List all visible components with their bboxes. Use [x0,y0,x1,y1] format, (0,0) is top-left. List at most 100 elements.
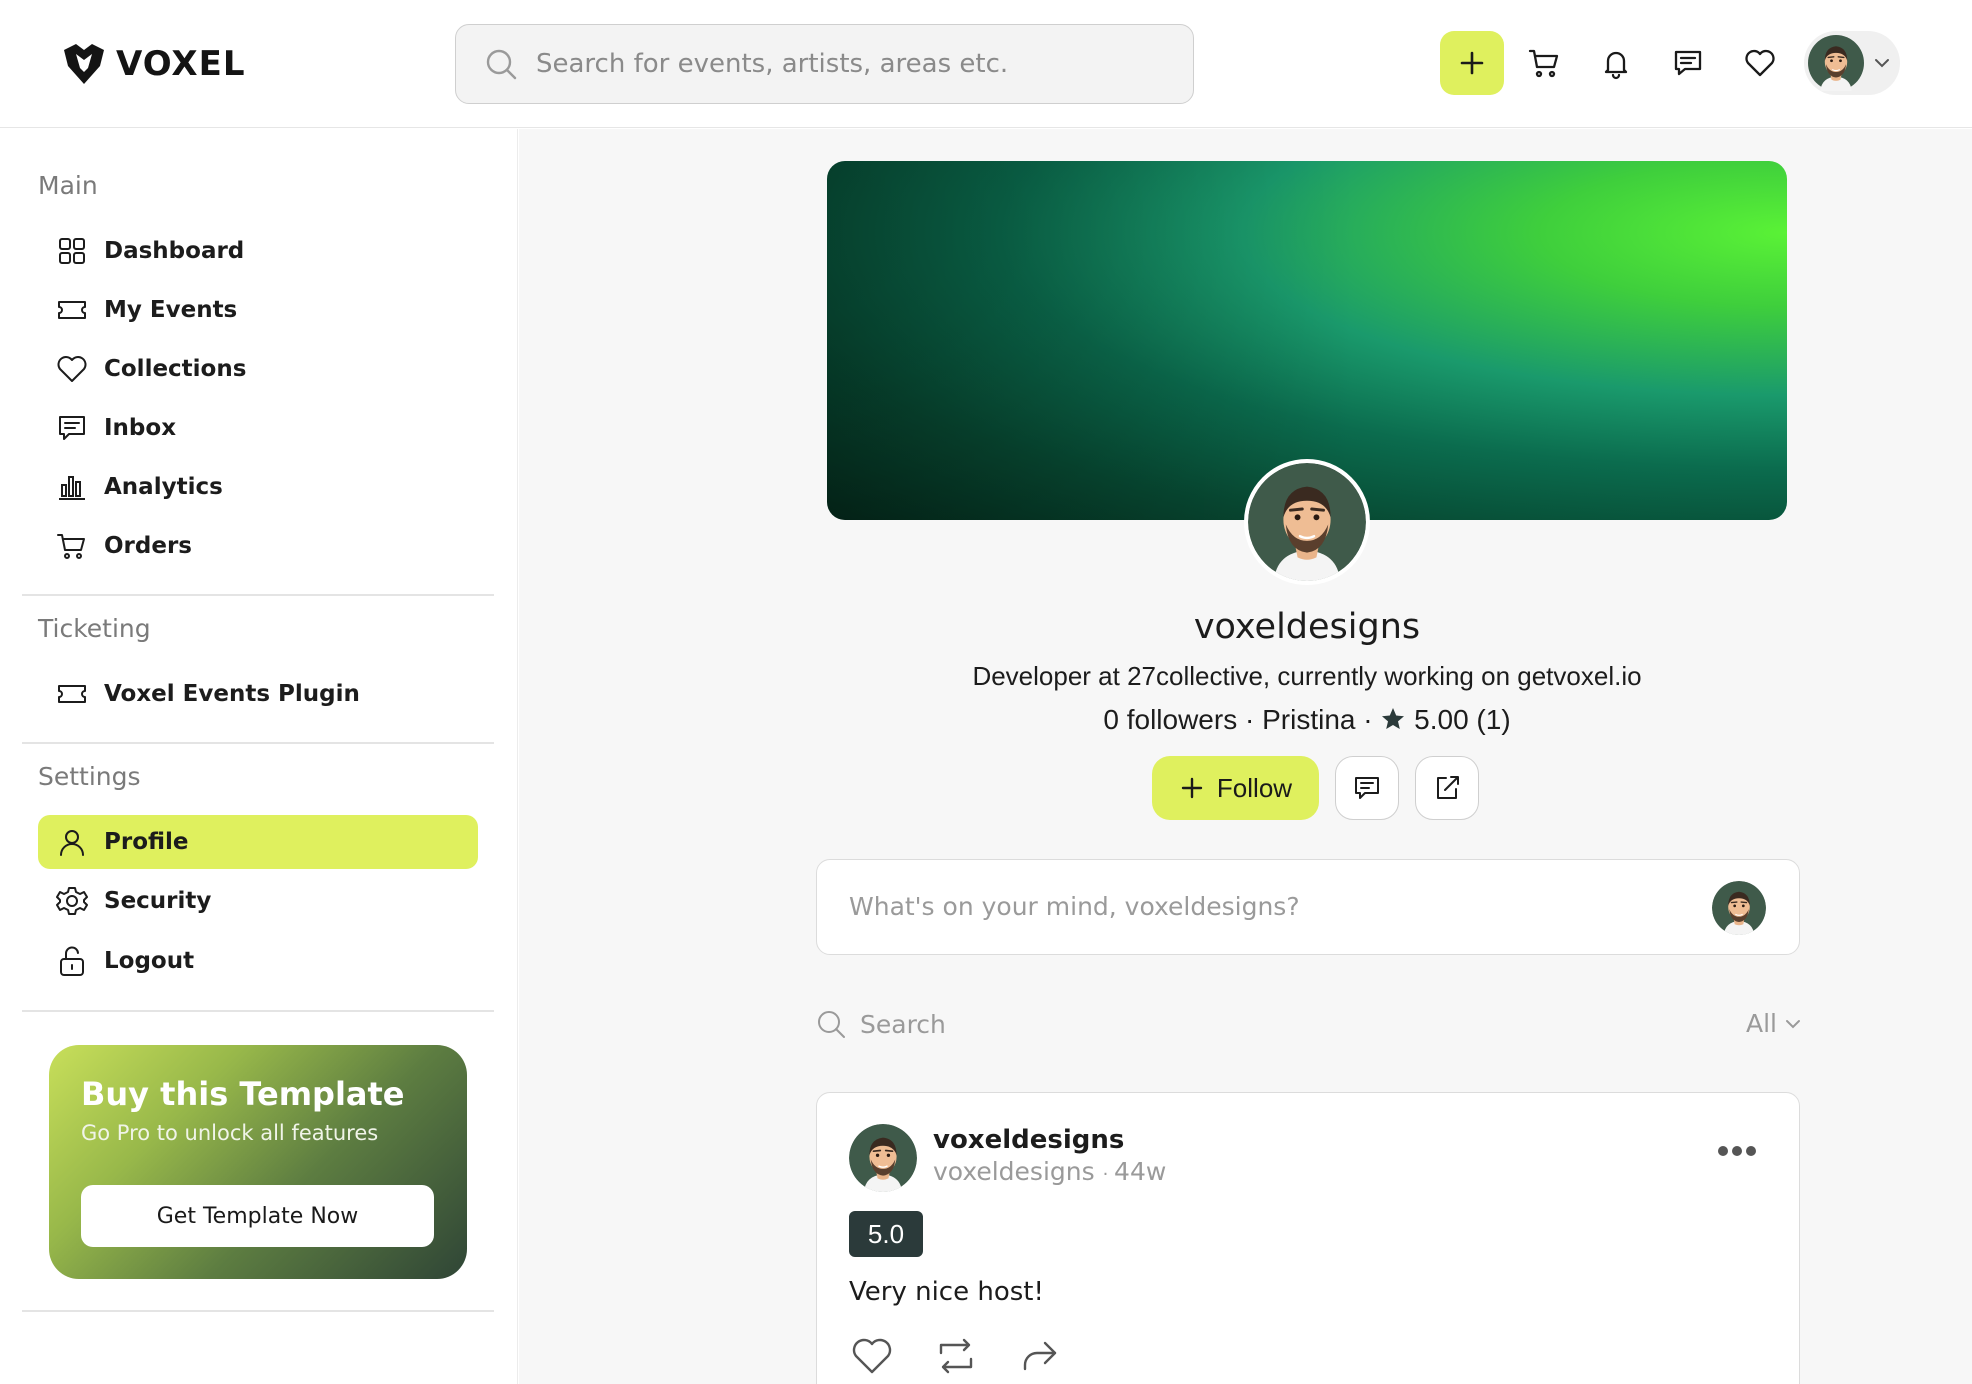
sidebar-divider [22,742,494,744]
sidebar-item-logout[interactable]: Logout [38,934,478,988]
profile-location: Pristina [1262,704,1356,735]
section-title-ticketing: Ticketing [38,614,151,643]
voxel-logo-icon [64,44,104,84]
notifications-button[interactable] [1584,31,1648,95]
sidebar-item-inbox[interactable]: Inbox [38,401,478,455]
sidebar-item-label: Logout [104,948,195,974]
chat-icon [59,416,85,440]
meta-separator: · [1244,704,1263,735]
meta-separator: · [1363,704,1381,735]
chevron-down-icon [1786,1019,1800,1028]
bell-icon [1604,51,1628,80]
sidebar-item-label: Analytics [104,474,223,500]
feed-filter-value: All [1746,1009,1777,1038]
sidebar-divider [22,1310,494,1312]
follow-button[interactable]: Follow [1152,756,1319,820]
rating-badge: 5.0 [849,1211,923,1257]
chat-icon [1674,50,1702,76]
user-icon [60,830,84,856]
sidebar-item-collections[interactable]: Collections [38,342,478,396]
unlock-icon [60,946,84,976]
sidebar-item-orders[interactable]: Orders [38,519,478,573]
feed-filter-dropdown[interactable]: All [1746,1009,1803,1038]
search-icon [486,49,517,80]
share-icon[interactable] [1017,1333,1063,1379]
sidebar-item-dashboard[interactable]: Dashboard [38,224,478,278]
chevron-down-icon [1875,59,1889,68]
sidebar-item-label: Voxel Events Plugin [104,681,360,707]
get-template-button[interactable]: Get Template Now [81,1185,434,1247]
messages-button[interactable] [1656,31,1720,95]
search-icon [818,1011,845,1038]
ticket-icon [58,301,86,319]
repost-icon[interactable] [933,1333,979,1379]
profile-name: voxeldesigns [1193,607,1421,647]
create-button[interactable] [1440,31,1504,95]
plus-icon [1460,51,1484,75]
section-title-main: Main [38,171,98,200]
post-text: Very nice host! [849,1277,1044,1307]
cart-icon [57,534,85,559]
feed-search[interactable]: Search [816,1009,946,1039]
profile-actions: Follow [1152,756,1479,820]
avatar [1248,463,1366,581]
post-author[interactable]: voxeldesigns [933,1125,1124,1155]
chat-icon [1355,777,1379,799]
more-options-icon[interactable] [1717,1145,1757,1157]
gear-icon [56,887,88,915]
sidebar-item-label: Inbox [104,415,177,441]
post-card: voxeldesigns voxeldesigns · 44w 5.0 Very… [816,1092,1800,1384]
cart-button[interactable] [1512,31,1576,95]
post-avatar[interactable] [849,1124,917,1192]
search-input[interactable] [536,49,1176,79]
cart-icon [1528,49,1559,78]
sidebar-item-label: Security [104,888,212,914]
post-handle: voxeldesigns · 44w [933,1157,1166,1186]
post-composer[interactable]: What's on your mind, voxeldesigns? [816,859,1800,955]
sidebar-item-analytics[interactable]: Analytics [38,460,478,514]
sidebar-item-label: Profile [104,829,189,855]
profile-bio: Developer at 27collective, currently wor… [972,661,1642,691]
sidebar-item-label: My Events [104,297,238,323]
top-header: VOXEL [0,0,1972,128]
grid-icon [59,238,85,264]
edit-profile-button[interactable] [1415,756,1479,820]
sidebar-item-my-events[interactable]: My Events [38,283,478,337]
sidebar-item-security[interactable]: Security [38,874,478,928]
sidebar-item-label: Orders [104,533,192,559]
sidebar-item-label: Collections [104,356,247,382]
logo[interactable]: VOXEL [60,40,246,88]
composer-avatar [1712,881,1766,935]
profile-avatar[interactable] [1244,459,1370,585]
followers-count[interactable]: 0 followers [1103,704,1237,735]
follow-label: Follow [1216,772,1293,803]
post-actions [849,1333,1063,1379]
sidebar-item-voxel-events-plugin[interactable]: Voxel Events Plugin [38,667,478,721]
profile-meta: 0 followers · Pristina · 5.00 (1) [827,704,1787,736]
heart-icon [1745,49,1775,77]
global-search[interactable] [455,24,1194,104]
edit-icon [1437,776,1459,799]
meta-separator: · [1102,1164,1115,1185]
star-icon [1382,708,1405,729]
sidebar-item-profile[interactable]: Profile [38,815,478,869]
brand-name: VOXEL [116,44,246,84]
avatar [849,1124,917,1192]
sidebar-divider [22,1010,494,1012]
bar-chart-icon [59,476,85,500]
message-button[interactable] [1335,756,1399,820]
promo-subtitle: Go Pro to unlock all features [81,1121,379,1145]
promo-title: Buy this Template [81,1075,405,1113]
section-title-settings: Settings [38,762,141,791]
favorites-button[interactable] [1728,31,1792,95]
avatar [1712,881,1766,935]
ticket-icon [58,685,86,703]
like-heart-icon[interactable] [849,1333,895,1379]
header-actions [1440,31,1900,95]
sidebar-divider [22,594,494,596]
user-menu[interactable] [1804,31,1900,95]
main-content: voxeldesigns Developer at 27collective, … [519,129,1972,1384]
feed-search-placeholder: Search [860,1009,946,1039]
heart-icon [57,356,87,382]
sidebar-item-label: Dashboard [104,238,245,264]
